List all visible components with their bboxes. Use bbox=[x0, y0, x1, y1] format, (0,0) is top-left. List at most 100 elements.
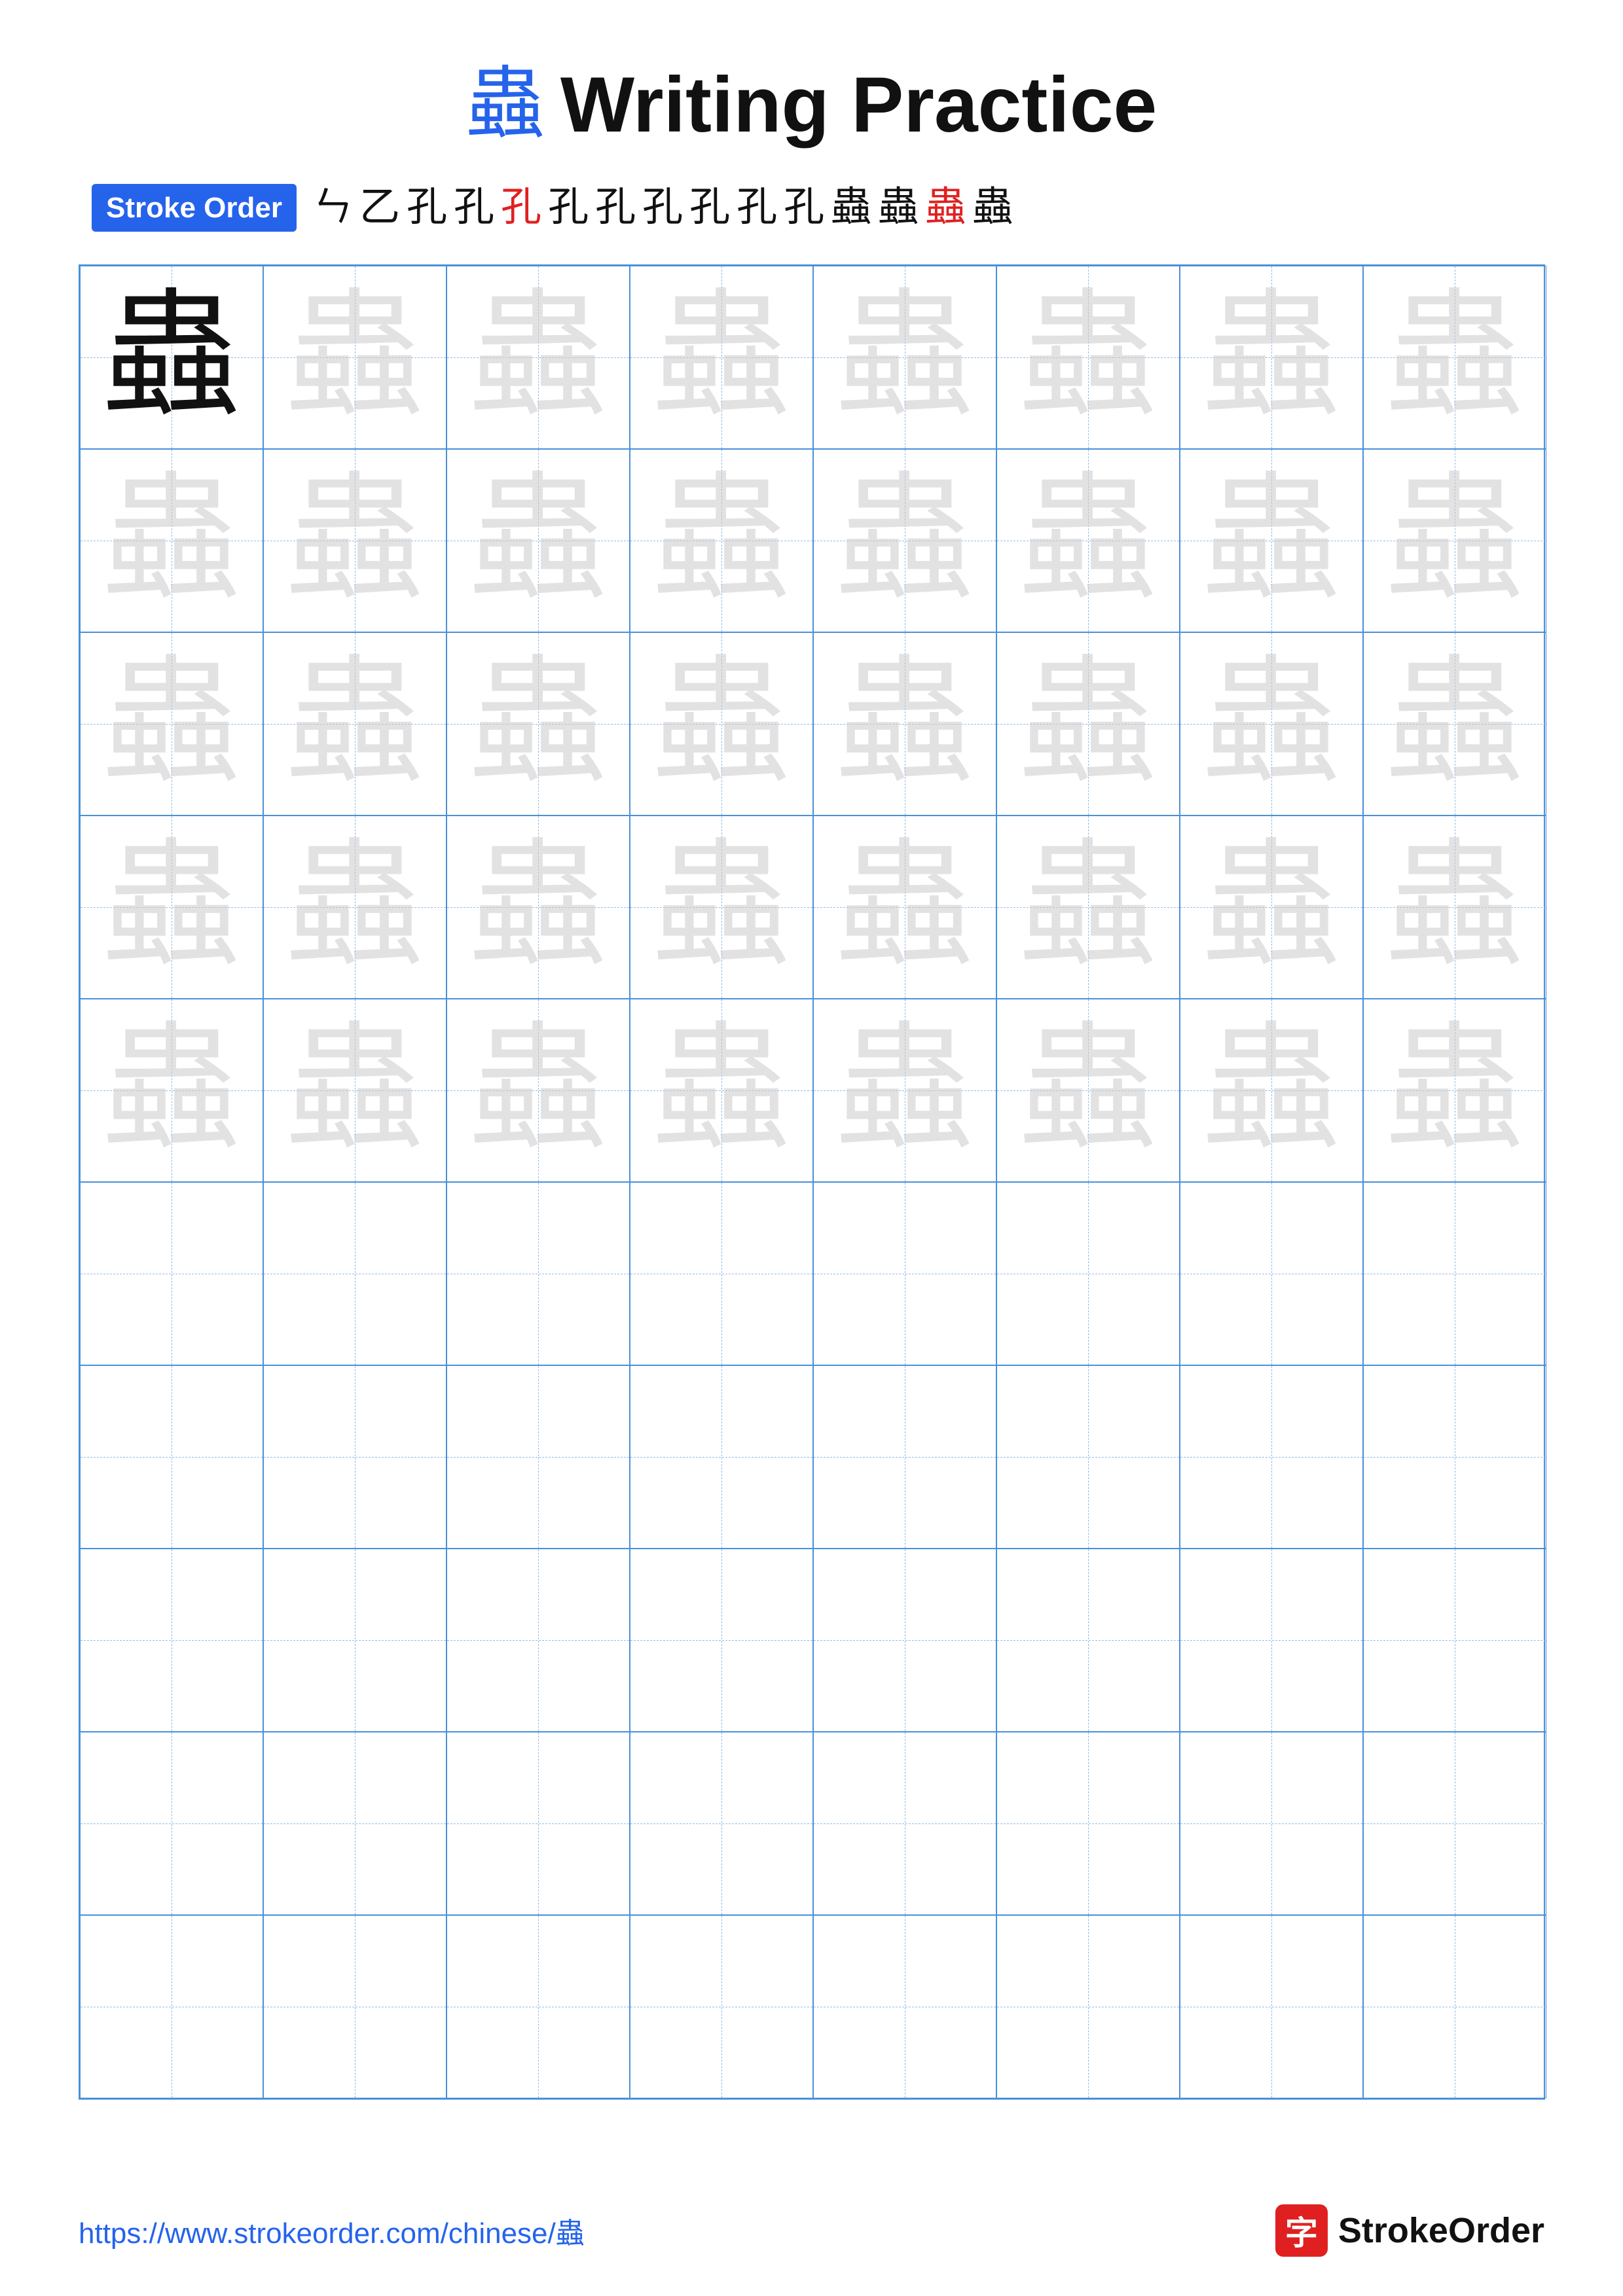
footer-url[interactable]: https://www.strokeorder.com/chinese/蟲 bbox=[79, 2210, 585, 2251]
grid-cell-r10c2[interactable] bbox=[263, 1915, 447, 2098]
grid-cell-r9c8[interactable] bbox=[1363, 1732, 1546, 1915]
practice-char: 蟲 bbox=[835, 289, 973, 426]
footer-logo-text: StrokeOrder bbox=[1338, 2210, 1544, 2251]
practice-char: 蟲 bbox=[469, 1022, 606, 1159]
grid-cell-r3c6[interactable]: 蟲 bbox=[996, 632, 1180, 816]
grid-cell-r10c5[interactable] bbox=[813, 1915, 996, 2098]
grid-cell-r5c1[interactable]: 蟲 bbox=[80, 999, 263, 1182]
reference-char: 蟲 bbox=[102, 289, 240, 426]
grid-cell-r7c7[interactable] bbox=[1180, 1365, 1363, 1549]
title-character: 蟲 bbox=[466, 65, 545, 144]
practice-char: 蟲 bbox=[1385, 838, 1523, 976]
grid-cell-r4c8[interactable]: 蟲 bbox=[1363, 816, 1546, 999]
grid-cell-r2c5[interactable]: 蟲 bbox=[813, 449, 996, 632]
grid-cell-r3c2[interactable]: 蟲 bbox=[263, 632, 447, 816]
grid-cell-r5c2[interactable]: 蟲 bbox=[263, 999, 447, 1182]
grid-cell-r9c4[interactable] bbox=[630, 1732, 813, 1915]
stroke-char-3: 孔 bbox=[451, 183, 497, 232]
stroke-char-10: 孔 bbox=[781, 183, 827, 232]
grid-cell-r4c7[interactable]: 蟲 bbox=[1180, 816, 1363, 999]
grid-cell-r9c2[interactable] bbox=[263, 1732, 447, 1915]
grid-cell-r7c8[interactable] bbox=[1363, 1365, 1546, 1549]
grid-cell-r8c5[interactable] bbox=[813, 1549, 996, 1732]
grid-cell-r7c5[interactable] bbox=[813, 1365, 996, 1549]
grid-cell-r2c2[interactable]: 蟲 bbox=[263, 449, 447, 632]
grid-cell-r1c1[interactable]: 蟲 bbox=[80, 266, 263, 449]
grid-cell-r8c1[interactable] bbox=[80, 1549, 263, 1732]
grid-cell-r8c3[interactable] bbox=[447, 1549, 630, 1732]
grid-cell-r3c1[interactable]: 蟲 bbox=[80, 632, 263, 816]
grid-cell-r4c6[interactable]: 蟲 bbox=[996, 816, 1180, 999]
grid-cell-r2c6[interactable]: 蟲 bbox=[996, 449, 1180, 632]
grid-cell-r9c3[interactable] bbox=[447, 1732, 630, 1915]
grid-cell-r1c4[interactable]: 蟲 bbox=[630, 266, 813, 449]
practice-char: 蟲 bbox=[285, 472, 423, 609]
grid-cell-r10c8[interactable] bbox=[1363, 1915, 1546, 2098]
grid-cell-r10c1[interactable] bbox=[80, 1915, 263, 2098]
grid-cell-r8c8[interactable] bbox=[1363, 1549, 1546, 1732]
grid-cell-r2c3[interactable]: 蟲 bbox=[447, 449, 630, 632]
grid-cell-r4c1[interactable]: 蟲 bbox=[80, 816, 263, 999]
practice-char: 蟲 bbox=[652, 1022, 790, 1159]
grid-cell-r9c7[interactable] bbox=[1180, 1732, 1363, 1915]
grid-cell-r3c3[interactable]: 蟲 bbox=[447, 632, 630, 816]
grid-cell-r9c5[interactable] bbox=[813, 1732, 996, 1915]
grid-cell-r6c2[interactable] bbox=[263, 1182, 447, 1365]
grid-cell-r7c6[interactable] bbox=[996, 1365, 1180, 1549]
grid-cell-r7c2[interactable] bbox=[263, 1365, 447, 1549]
grid-cell-r9c6[interactable] bbox=[996, 1732, 1180, 1915]
practice-char: 蟲 bbox=[1019, 838, 1156, 976]
grid-cell-r6c3[interactable] bbox=[447, 1182, 630, 1365]
grid-cell-r5c8[interactable]: 蟲 bbox=[1363, 999, 1546, 1182]
grid-cell-r2c1[interactable]: 蟲 bbox=[80, 449, 263, 632]
grid-cell-r8c4[interactable] bbox=[630, 1549, 813, 1732]
grid-cell-r5c6[interactable]: 蟲 bbox=[996, 999, 1180, 1182]
grid-cell-r3c4[interactable]: 蟲 bbox=[630, 632, 813, 816]
grid-cell-r3c8[interactable]: 蟲 bbox=[1363, 632, 1546, 816]
grid-cell-r6c6[interactable] bbox=[996, 1182, 1180, 1365]
stroke-char-6: 孔 bbox=[593, 183, 638, 232]
grid-cell-r6c7[interactable] bbox=[1180, 1182, 1363, 1365]
grid-cell-r6c1[interactable] bbox=[80, 1182, 263, 1365]
grid-cell-r2c8[interactable]: 蟲 bbox=[1363, 449, 1546, 632]
grid-cell-r10c6[interactable] bbox=[996, 1915, 1180, 2098]
grid-cell-r4c5[interactable]: 蟲 bbox=[813, 816, 996, 999]
grid-cell-r7c4[interactable] bbox=[630, 1365, 813, 1549]
grid-cell-r10c3[interactable] bbox=[447, 1915, 630, 2098]
grid-cell-r10c4[interactable] bbox=[630, 1915, 813, 2098]
grid-cell-r4c2[interactable]: 蟲 bbox=[263, 816, 447, 999]
grid-cell-r6c5[interactable] bbox=[813, 1182, 996, 1365]
grid-cell-r1c7[interactable]: 蟲 bbox=[1180, 266, 1363, 449]
grid-cell-r3c7[interactable]: 蟲 bbox=[1180, 632, 1363, 816]
grid-cell-r8c7[interactable] bbox=[1180, 1549, 1363, 1732]
grid-cell-r5c7[interactable]: 蟲 bbox=[1180, 999, 1363, 1182]
grid-cell-r1c8[interactable]: 蟲 bbox=[1363, 266, 1546, 449]
practice-char: 蟲 bbox=[1202, 1022, 1340, 1159]
grid-cell-r1c5[interactable]: 蟲 bbox=[813, 266, 996, 449]
grid-cell-r8c6[interactable] bbox=[996, 1549, 1180, 1732]
grid-cell-r10c7[interactable] bbox=[1180, 1915, 1363, 2098]
title-section: 蟲 Writing Practice bbox=[466, 65, 1157, 144]
grid-cell-r5c3[interactable]: 蟲 bbox=[447, 999, 630, 1182]
writing-grid: 蟲 蟲 蟲 蟲 蟲 蟲 蟲 蟲 蟲 蟲 蟲 蟲 蟲 蟲 蟲 蟲 蟲 蟲 蟲 蟲 … bbox=[79, 264, 1545, 2100]
grid-cell-r9c1[interactable] bbox=[80, 1732, 263, 1915]
practice-char: 蟲 bbox=[102, 1022, 240, 1159]
grid-cell-r5c4[interactable]: 蟲 bbox=[630, 999, 813, 1182]
grid-cell-r8c2[interactable] bbox=[263, 1549, 447, 1732]
grid-cell-r2c4[interactable]: 蟲 bbox=[630, 449, 813, 632]
grid-cell-r3c5[interactable]: 蟲 bbox=[813, 632, 996, 816]
grid-cell-r1c6[interactable]: 蟲 bbox=[996, 266, 1180, 449]
grid-cell-r6c8[interactable] bbox=[1363, 1182, 1546, 1365]
practice-char: 蟲 bbox=[652, 655, 790, 793]
grid-cell-r4c3[interactable]: 蟲 bbox=[447, 816, 630, 999]
grid-cell-r6c4[interactable] bbox=[630, 1182, 813, 1365]
grid-cell-r2c7[interactable]: 蟲 bbox=[1180, 449, 1363, 632]
grid-cell-r5c5[interactable]: 蟲 bbox=[813, 999, 996, 1182]
grid-cell-r7c1[interactable] bbox=[80, 1365, 263, 1549]
practice-char: 蟲 bbox=[835, 655, 973, 793]
grid-cell-r1c2[interactable]: 蟲 bbox=[263, 266, 447, 449]
practice-char: 蟲 bbox=[835, 472, 973, 609]
grid-cell-r7c3[interactable] bbox=[447, 1365, 630, 1549]
grid-cell-r1c3[interactable]: 蟲 bbox=[447, 266, 630, 449]
grid-cell-r4c4[interactable]: 蟲 bbox=[630, 816, 813, 999]
